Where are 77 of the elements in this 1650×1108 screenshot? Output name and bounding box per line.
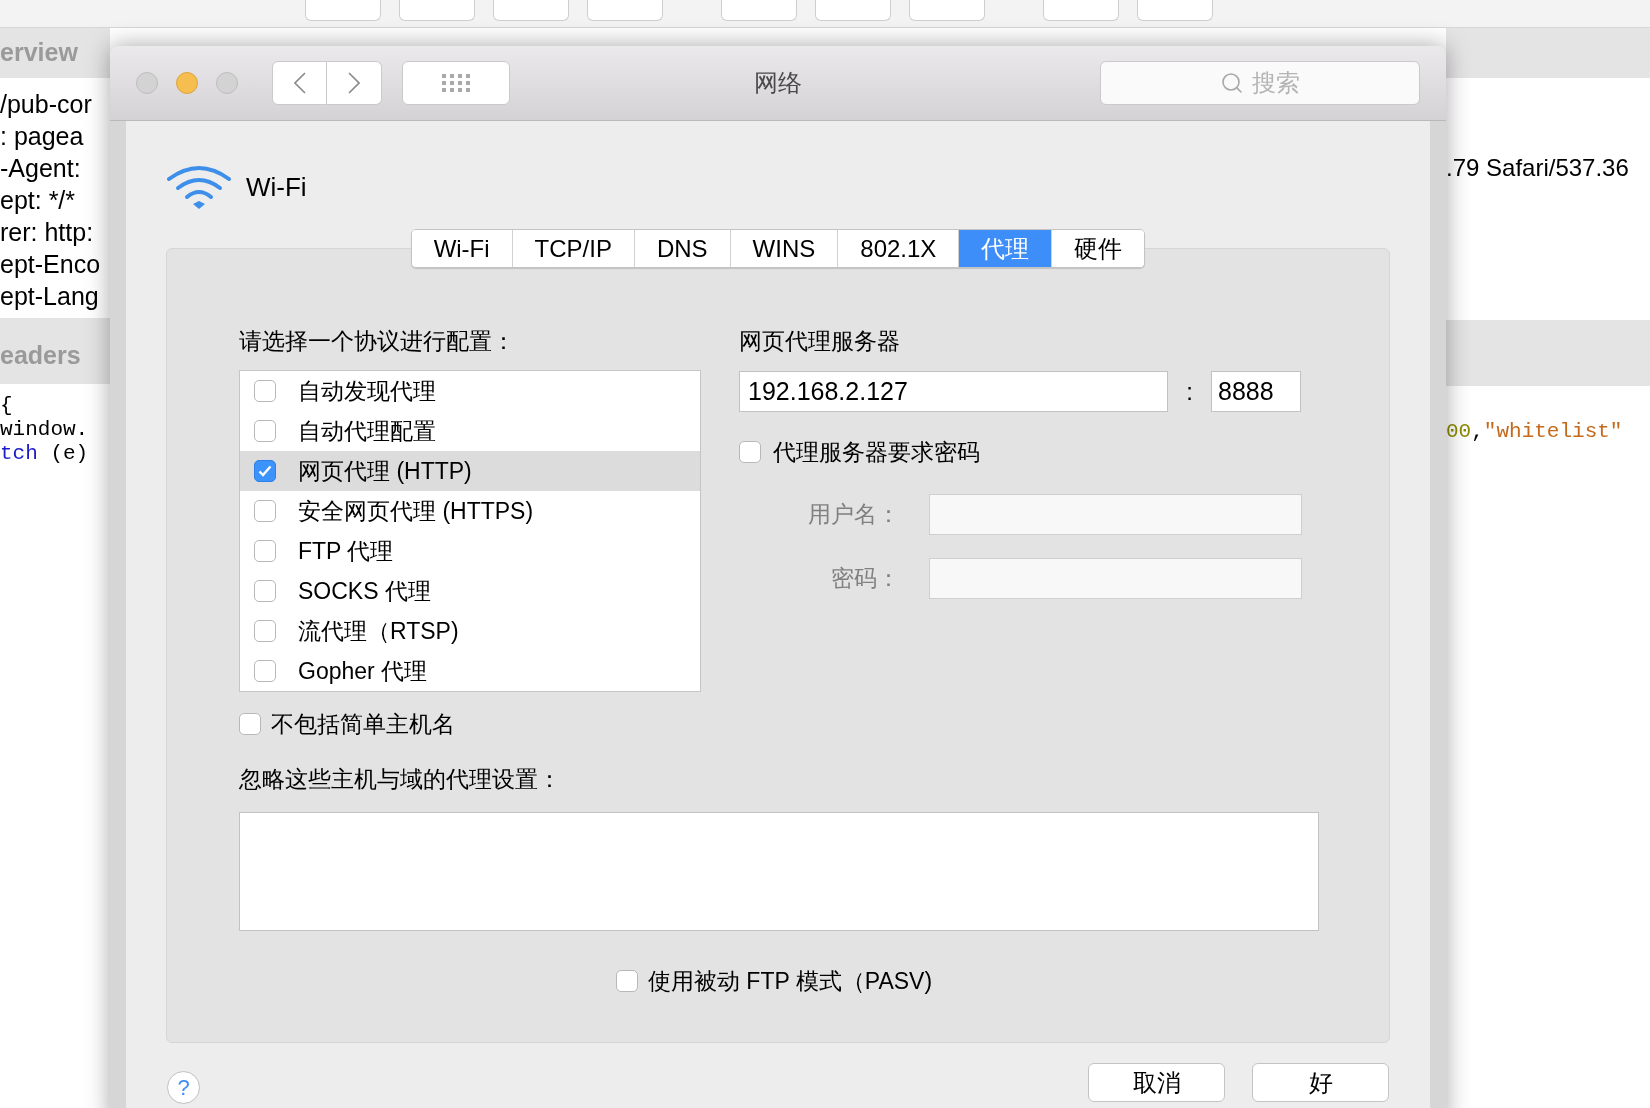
password-field[interactable] bbox=[929, 557, 1302, 599]
back-icon bbox=[293, 72, 306, 94]
header-line: -Agent: bbox=[0, 153, 82, 184]
minimize-button[interactable] bbox=[176, 72, 198, 94]
username-field[interactable] bbox=[929, 493, 1302, 535]
toolbar-button[interactable] bbox=[721, 0, 797, 21]
bypass-list-field[interactable] bbox=[239, 811, 1319, 931]
checkmark-icon bbox=[258, 465, 272, 477]
toolbar-button[interactable] bbox=[1043, 0, 1119, 21]
code-line: tch (e) bbox=[0, 442, 90, 466]
forward-icon bbox=[348, 72, 360, 94]
header-line: rer: http: bbox=[0, 217, 95, 248]
toolbar-button[interactable] bbox=[493, 0, 569, 21]
protocol-label: 安全网页代理 (HTTPS) bbox=[298, 496, 534, 526]
header-line: /pub-cor bbox=[0, 89, 93, 120]
checkbox[interactable] bbox=[739, 441, 761, 464]
protocol-label: 自动发现代理 bbox=[298, 376, 436, 406]
protocol-label: 流代理（RTSP) bbox=[298, 616, 459, 646]
cancel-button[interactable]: 取消 bbox=[1088, 1063, 1225, 1102]
protocol-label: Gopher 代理 bbox=[298, 656, 428, 686]
tab[interactable]: TCP/IP bbox=[511, 230, 634, 267]
header-line: : pagea bbox=[0, 121, 85, 152]
wifi-icon bbox=[166, 163, 232, 211]
port-separator: : bbox=[1185, 376, 1194, 407]
section-heading: 网页代理服务器 bbox=[739, 327, 901, 355]
toolbar-button[interactable] bbox=[1137, 0, 1213, 21]
header-line: ept-Lang bbox=[0, 281, 100, 312]
tab[interactable]: 802.1X bbox=[837, 230, 959, 267]
checkbox[interactable] bbox=[615, 969, 638, 992]
section-heading: 请选择一个协议进行配置： bbox=[239, 327, 516, 355]
window-title: 网络 bbox=[753, 68, 803, 98]
protocol-label: 自动代理配置 bbox=[298, 416, 436, 446]
header-line: .79 Safari/537.36 bbox=[1446, 153, 1630, 183]
checkbox-label: 代理服务器要求密码 bbox=[773, 438, 980, 467]
header-line: ept-Enco bbox=[0, 249, 102, 280]
code-line: { bbox=[0, 394, 14, 418]
protocol-label: SOCKS 代理 bbox=[298, 576, 431, 606]
back-button[interactable] bbox=[272, 61, 327, 105]
port-field[interactable]: 8888 bbox=[1211, 371, 1301, 412]
protocol-label: 网页代理 (HTTP) bbox=[298, 456, 472, 486]
code-line: 00,"whitelist" bbox=[1446, 420, 1624, 444]
checkbox[interactable] bbox=[254, 620, 276, 642]
checkbox-label: 使用被动 FTP 模式（PASV) bbox=[647, 966, 933, 996]
header-line: ept: */* bbox=[0, 185, 77, 216]
checkbox-label: 不包括简单主机名 bbox=[271, 710, 455, 739]
protocol-item[interactable]: 网页代理 (HTTP) bbox=[240, 451, 700, 491]
code-line: window. bbox=[0, 418, 90, 442]
toolbar-button[interactable] bbox=[909, 0, 985, 21]
interface-name: Wi-Fi bbox=[246, 170, 307, 204]
protocol-label: FTP 代理 bbox=[298, 536, 394, 566]
tab[interactable]: 硬件 bbox=[1051, 230, 1145, 267]
checkbox[interactable] bbox=[239, 713, 261, 736]
server-field[interactable]: 192.168.2.127 bbox=[739, 371, 1168, 412]
close-button[interactable] bbox=[136, 72, 158, 94]
ok-button[interactable]: 好 bbox=[1252, 1063, 1389, 1102]
password-label: 密码： bbox=[830, 563, 900, 593]
toolbar-button[interactable] bbox=[587, 0, 663, 21]
checkbox[interactable] bbox=[254, 580, 276, 602]
grid-icon bbox=[441, 73, 471, 93]
checkbox[interactable] bbox=[254, 460, 276, 482]
tab[interactable]: WINS bbox=[729, 230, 838, 267]
checkbox[interactable] bbox=[254, 500, 276, 522]
tab[interactable]: Wi-Fi bbox=[411, 230, 512, 267]
checkbox[interactable] bbox=[254, 660, 276, 682]
checkbox[interactable] bbox=[254, 420, 276, 442]
section-heading: 忽略这些主机与域的代理设置： bbox=[239, 764, 562, 793]
tab[interactable]: DNS bbox=[633, 230, 730, 267]
show-all-button[interactable] bbox=[402, 61, 510, 105]
toolbar-button[interactable] bbox=[305, 0, 381, 21]
username-label: 用户名： bbox=[807, 499, 900, 529]
checkbox[interactable] bbox=[254, 540, 276, 562]
zoom-button[interactable] bbox=[216, 72, 238, 94]
forward-button[interactable] bbox=[327, 61, 382, 105]
toolbar-button[interactable] bbox=[815, 0, 891, 21]
search-icon bbox=[1220, 71, 1244, 95]
checkbox[interactable] bbox=[254, 380, 276, 402]
toolbar-button[interactable] bbox=[399, 0, 475, 21]
